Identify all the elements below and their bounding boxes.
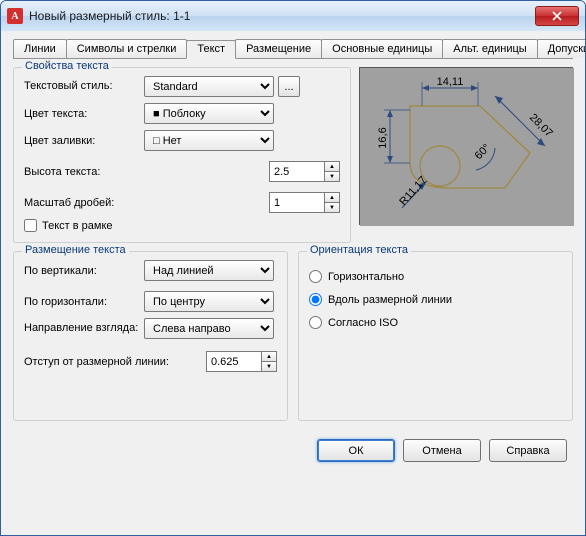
tab-primary-units[interactable]: Основные единицы (321, 39, 443, 58)
ok-button[interactable]: ОК (317, 439, 395, 462)
ellipsis-icon: ... (284, 81, 293, 93)
tab-text[interactable]: Текст (186, 40, 236, 59)
horizontal-combo[interactable]: По центру (144, 291, 274, 312)
tab-symbols[interactable]: Символы и стрелки (66, 39, 188, 58)
fill-color-label: Цвет заливки: (24, 135, 144, 147)
orientation-along-line-radio[interactable] (309, 293, 322, 306)
spin-down-button[interactable]: ▼ (324, 202, 340, 213)
window-title: Новый размерный стиль: 1-1 (29, 9, 535, 23)
text-orientation-group: Ориентация текста Горизонтально Вдоль ра… (298, 251, 573, 421)
offset-spinner[interactable]: ▲▼ (206, 351, 277, 372)
cancel-button[interactable]: Отмена (403, 439, 481, 462)
tab-placement[interactable]: Размещение (235, 39, 322, 58)
help-button[interactable]: Справка (489, 439, 567, 462)
vertical-label: По вертикали: (24, 265, 144, 277)
offset-label: Отступ от размерной линии: (24, 356, 206, 368)
close-button[interactable] (535, 6, 579, 26)
orientation-along-line-label: Вдоль размерной линии (328, 294, 452, 306)
tab-strip: Линии Символы и стрелки Текст Размещение… (13, 39, 573, 59)
orientation-horizontal-radio[interactable] (309, 270, 322, 283)
tab-tolerances[interactable]: Допуски (537, 39, 586, 58)
text-properties-group: Свойства текста Текстовый стиль: Standar… (13, 67, 351, 243)
dialog-content: Линии Символы и стрелки Текст Размещение… (1, 31, 585, 535)
text-color-label: Цвет текста: (24, 108, 144, 120)
preview-panel: 14,11 16,6 28,07 60° (359, 67, 573, 225)
orientation-horizontal-label: Горизонтально (328, 271, 404, 283)
svg-text:14,11: 14,11 (437, 76, 464, 88)
text-height-label: Высота текста: (24, 166, 144, 178)
text-properties-legend: Свойства текста (22, 60, 112, 72)
app-icon: A (7, 8, 23, 24)
spin-up-button[interactable]: ▲ (324, 161, 340, 171)
svg-text:16,6: 16,6 (377, 127, 389, 148)
fill-color-combo[interactable]: □ Нет (144, 130, 274, 151)
text-height-spinner[interactable]: ▲▼ (269, 161, 340, 182)
text-color-combo[interactable]: ■ Поблоку (144, 103, 274, 124)
tab-alt-units[interactable]: Альт. единицы (442, 39, 537, 58)
text-style-browse-button[interactable]: ... (278, 76, 300, 97)
spin-down-button[interactable]: ▼ (261, 361, 277, 372)
text-style-label: Текстовый стиль: (24, 80, 144, 93)
tab-lines[interactable]: Линии (13, 39, 67, 58)
spin-down-button[interactable]: ▼ (324, 171, 340, 182)
text-orientation-legend: Ориентация текста (307, 244, 411, 256)
vertical-combo[interactable]: Над линией (144, 260, 274, 281)
titlebar[interactable]: A Новый размерный стиль: 1-1 (1, 1, 585, 31)
horizontal-label: По горизонтали: (24, 296, 144, 308)
text-height-input[interactable] (269, 161, 324, 182)
text-placement-legend: Размещение текста (22, 244, 129, 256)
close-icon (552, 11, 562, 21)
preview-drawing: 14,11 16,6 28,07 60° (360, 68, 574, 226)
text-frame-checkbox[interactable] (24, 219, 37, 232)
text-style-combo[interactable]: Standard (144, 76, 274, 97)
view-direction-combo[interactable]: Слева направо (144, 318, 274, 339)
orientation-iso-radio[interactable] (309, 316, 322, 329)
orientation-iso-label: Согласно ISO (328, 317, 398, 329)
fraction-scale-spinner[interactable]: ▲▼ (269, 192, 340, 213)
text-frame-label: Текст в рамке (42, 220, 113, 232)
fraction-scale-input[interactable] (269, 192, 324, 213)
view-direction-label: Направление взгляда: (24, 322, 144, 335)
dialog-window: A Новый размерный стиль: 1-1 Линии Симво… (0, 0, 586, 536)
text-placement-group: Размещение текста По вертикали: Над лини… (13, 251, 288, 421)
spin-up-button[interactable]: ▲ (261, 351, 277, 361)
dialog-button-row: ОК Отмена Справка (13, 429, 573, 462)
offset-input[interactable] (206, 351, 261, 372)
spin-up-button[interactable]: ▲ (324, 192, 340, 202)
fraction-scale-label: Масштаб дробей: (24, 197, 144, 209)
